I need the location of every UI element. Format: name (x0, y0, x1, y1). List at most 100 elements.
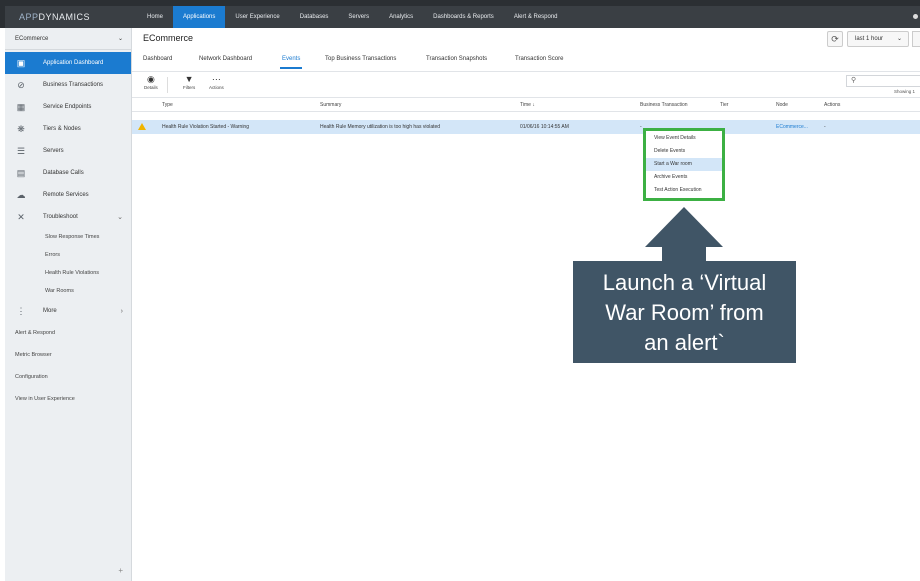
sidebar-item-troubleshoot[interactable]: ✕ Troubleshoot ⌄ (5, 206, 131, 228)
sidebar-item-label: Database Calls (43, 170, 84, 176)
filters-label: Filters (183, 85, 196, 90)
top-nav-inner: APPDYNAMICS Home Applications User Exper… (5, 6, 920, 28)
sidebar-item-label: Application Dashboard (43, 60, 104, 66)
sidebar-item-service-endpoints[interactable]: ▦ Service Endpoints (5, 96, 131, 118)
search-icon: ⚲ (851, 77, 857, 84)
sidebar-item-label: Tiers & Nodes (43, 126, 81, 132)
warning-icon (138, 123, 146, 130)
column-header-node[interactable]: Node (776, 102, 788, 108)
main-content: ECommerce ⟳ last 1 hour ⌄ Dashboard Netw… (132, 28, 920, 581)
sidebar-sub-slow-response-times[interactable]: Slow Response Times (5, 228, 131, 246)
cell-type: Health Rule Violation Started - Warning (162, 124, 249, 130)
filters-button[interactable]: ▼ Filters (183, 74, 195, 90)
menu-item-archive-events[interactable]: Archive Events (646, 171, 722, 184)
table-row[interactable]: Health Rule Violation Started - Warning … (132, 120, 920, 134)
actions-label: Actions (209, 85, 224, 90)
chevron-down-icon: ⌄ (896, 36, 902, 42)
tab-network-dashboard[interactable]: Network Dashboard (199, 56, 252, 62)
remote-services-icon: ☁ (16, 189, 26, 200)
sidebar-sub-war-rooms[interactable]: War Rooms (5, 282, 131, 300)
more-horizontal-icon: ⋯ (211, 74, 221, 84)
sidebar-item-database-calls[interactable]: ▤ Database Calls (5, 162, 131, 184)
sidebar-item-label: Servers (43, 148, 64, 154)
sidebar-item-label: Service Endpoints (43, 104, 92, 110)
tiers-nodes-icon: ❋ (17, 123, 25, 134)
menu-item-view-event-details[interactable]: View Event Details (646, 132, 722, 145)
sidebar-link-configuration[interactable]: Configuration (5, 366, 131, 388)
sidebar-item-label: Business Transactions (43, 82, 104, 88)
nav-servers[interactable]: Servers (338, 6, 379, 28)
nav-databases[interactable]: Databases (290, 6, 339, 28)
main-nav: Home Applications User Experience Databa… (137, 6, 568, 28)
cell-actions: - (824, 124, 826, 130)
details-button[interactable]: ◉ Details (144, 74, 158, 90)
nav-user-experience[interactable]: User Experience (225, 6, 289, 28)
menu-item-test-action-execution[interactable]: Test Action Execution (646, 184, 722, 197)
search-input[interactable]: ⚲ (846, 75, 920, 87)
menu-item-start-war-room[interactable]: Start a War room (646, 158, 722, 171)
sidebar-item-label: More (43, 308, 57, 314)
nav-alert-respond[interactable]: Alert & Respond (504, 6, 568, 28)
column-header-actions[interactable]: Actions (824, 102, 840, 108)
refresh-button[interactable]: ⟳ (827, 31, 843, 47)
tab-transaction-snapshots[interactable]: Transaction Snapshots (426, 56, 487, 62)
showing-count: Showing 1 (894, 89, 916, 94)
nav-home[interactable]: Home (137, 6, 173, 28)
cell-summary: Health Rule Memory utilization is too hi… (320, 124, 441, 130)
sidebar-link-alert-respond[interactable]: Alert & Respond (5, 322, 131, 344)
callout-line-2: War Room’ from (605, 300, 764, 325)
top-nav-bar: APPDYNAMICS Home Applications User Exper… (0, 0, 920, 28)
page-title: ECommerce (143, 33, 194, 43)
nav-dashboards-reports[interactable]: Dashboards & Reports (423, 6, 504, 28)
wrench-icon: ✕ (17, 211, 25, 222)
details-label: Details (144, 85, 158, 90)
application-selector-label: ECommerce (15, 35, 49, 42)
application-selector[interactable]: ECommerce ⌄ (5, 28, 131, 50)
business-transactions-icon: ⊘ (17, 79, 25, 90)
sidebar-link-view-in-user-experience[interactable]: View in User Experience (5, 388, 131, 410)
column-header-summary[interactable]: Summary (320, 102, 341, 108)
tab-dashboard[interactable]: Dashboard (143, 56, 172, 62)
sidebar-sub-health-rule-violations[interactable]: Health Rule Violations (5, 264, 131, 282)
nav-applications[interactable]: Applications (173, 6, 226, 28)
nav-analytics[interactable]: Analytics (379, 6, 423, 28)
column-header-type[interactable]: Type (162, 102, 173, 108)
appdynamics-logo[interactable]: APPDYNAMICS (19, 12, 90, 22)
servers-icon: ☰ (16, 145, 26, 156)
sidebar-item-business-transactions[interactable]: ⊘ Business Transactions (5, 74, 131, 96)
tab-transaction-score[interactable]: Transaction Score (515, 56, 563, 62)
eye-icon: ◉ (146, 74, 155, 84)
callout-box: Launch a ‘Virtual War Room’ from an aler… (573, 261, 796, 363)
refresh-icon: ⟳ (831, 34, 839, 44)
sidebar-link-metric-browser[interactable]: Metric Browser (5, 344, 131, 366)
cell-time: 01/06/16 10:14:55 AM (520, 124, 569, 130)
time-range-label: last 1 hour (855, 36, 884, 42)
overflow-button[interactable] (912, 31, 920, 47)
tab-events[interactable]: Events (279, 56, 303, 69)
column-header-time[interactable]: Time ↓ (520, 102, 535, 108)
dashboard-icon: ▣ (16, 57, 26, 68)
settings-icon[interactable] (913, 14, 918, 19)
sidebar-list: ▣ Application Dashboard ⊘ Business Trans… (5, 52, 131, 410)
column-header-tier[interactable]: Tier (720, 102, 728, 108)
menu-item-delete-events[interactable]: Delete Events (646, 145, 722, 158)
chevron-right-icon: › (120, 307, 123, 315)
column-header-business-transaction[interactable]: Business Transaction (640, 102, 688, 108)
sidebar-item-application-dashboard[interactable]: ▣ Application Dashboard (5, 52, 131, 74)
sidebar-item-more[interactable]: ⋮ More › (5, 300, 131, 322)
events-toolbar: ◉ Details ▼ Filters ⋯ Actions ⚲ Showing … (132, 72, 920, 98)
tab-top-business-transactions[interactable]: Top Business Transactions (325, 56, 396, 62)
actions-button[interactable]: ⋯ Actions (209, 74, 224, 90)
sidebar-item-tiers-nodes[interactable]: ❋ Tiers & Nodes (5, 118, 131, 140)
filter-icon: ▼ (184, 74, 194, 84)
sidebar-item-remote-services[interactable]: ☁ Remote Services (5, 184, 131, 206)
sidebar: ECommerce ⌄ ▣ Application Dashboard ⊘ Bu… (5, 28, 132, 581)
sidebar-collapse-icon[interactable]: + (118, 566, 123, 575)
callout-line-3: an alert` (644, 330, 725, 355)
service-endpoints-icon: ▦ (16, 101, 26, 112)
cell-node[interactable]: ECommerce... (776, 124, 808, 130)
sidebar-item-servers[interactable]: ☰ Servers (5, 140, 131, 162)
sidebar-sub-errors[interactable]: Errors (5, 246, 131, 264)
callout-arrow-up-icon (645, 207, 723, 247)
time-range-dropdown[interactable]: last 1 hour ⌄ (847, 31, 909, 47)
